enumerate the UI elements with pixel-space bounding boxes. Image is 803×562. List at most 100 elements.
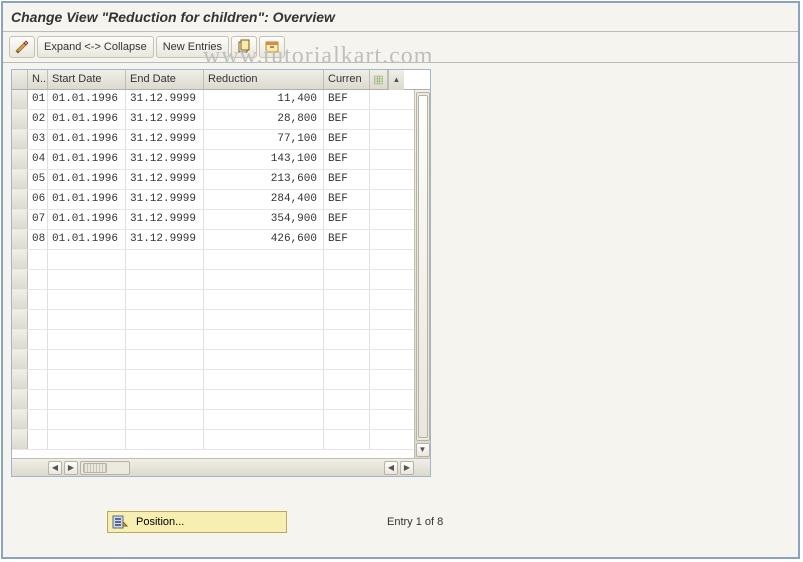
row-selector[interactable] — [12, 430, 28, 449]
row-selector[interactable] — [12, 410, 28, 429]
cell-start-date[interactable] — [48, 410, 126, 429]
cell-end-date[interactable] — [126, 310, 204, 329]
vscroll-thumb[interactable] — [418, 95, 428, 438]
grid-header-start-date[interactable]: Start Date — [48, 70, 126, 89]
row-selector[interactable] — [12, 270, 28, 289]
cell-end-date[interactable]: 31.12.9999 — [126, 190, 204, 209]
hscroll-right-2[interactable]: ▶ — [400, 461, 414, 475]
cell-currency[interactable]: BEF — [324, 170, 370, 189]
position-button[interactable]: Position... — [107, 511, 287, 533]
new-entries-button[interactable]: New Entries — [156, 36, 229, 58]
cell-num[interactable] — [28, 310, 48, 329]
cell-num[interactable] — [28, 290, 48, 309]
cell-start-date[interactable] — [48, 430, 126, 449]
hscroll-right-1[interactable]: ▶ — [64, 461, 78, 475]
cell-end-date[interactable]: 31.12.9999 — [126, 170, 204, 189]
cell-currency[interactable]: BEF — [324, 110, 370, 129]
cell-currency[interactable] — [324, 370, 370, 389]
grid-header-currency[interactable]: Curren — [324, 70, 370, 89]
cell-currency[interactable] — [324, 430, 370, 449]
vertical-scrollbar[interactable]: ▼ — [414, 90, 430, 458]
cell-reduction[interactable] — [204, 330, 324, 349]
cell-currency[interactable]: BEF — [324, 150, 370, 169]
grid-header-num[interactable]: N.. — [28, 70, 48, 89]
cell-start-date[interactable]: 01.01.1996 — [48, 190, 126, 209]
cell-reduction[interactable] — [204, 350, 324, 369]
cell-start-date[interactable]: 01.01.1996 — [48, 150, 126, 169]
cell-start-date[interactable]: 01.01.1996 — [48, 230, 126, 249]
cell-end-date[interactable] — [126, 270, 204, 289]
cell-end-date[interactable] — [126, 390, 204, 409]
cell-start-date[interactable] — [48, 330, 126, 349]
row-selector[interactable] — [12, 290, 28, 309]
cell-num[interactable] — [28, 350, 48, 369]
cell-start-date[interactable]: 01.01.1996 — [48, 110, 126, 129]
cell-currency[interactable]: BEF — [324, 190, 370, 209]
row-selector[interactable] — [12, 330, 28, 349]
row-selector[interactable] — [12, 150, 28, 169]
grid-header-config[interactable] — [370, 70, 388, 89]
cell-currency[interactable] — [324, 310, 370, 329]
expand-collapse-button[interactable]: Expand <-> Collapse — [37, 36, 154, 58]
cell-num[interactable] — [28, 430, 48, 449]
cell-start-date[interactable] — [48, 250, 126, 269]
cell-currency[interactable]: BEF — [324, 210, 370, 229]
cell-num[interactable]: 03 — [28, 130, 48, 149]
delimit-button[interactable] — [259, 36, 285, 58]
cell-end-date[interactable] — [126, 250, 204, 269]
row-selector[interactable] — [12, 130, 28, 149]
grid-header-end-date[interactable]: End Date — [126, 70, 204, 89]
cell-reduction[interactable] — [204, 410, 324, 429]
vscroll-up[interactable]: ▲ — [388, 70, 404, 90]
cell-currency[interactable] — [324, 350, 370, 369]
cell-num[interactable]: 01 — [28, 90, 48, 109]
cell-num[interactable] — [28, 390, 48, 409]
cell-reduction[interactable] — [204, 310, 324, 329]
cell-end-date[interactable]: 31.12.9999 — [126, 230, 204, 249]
cell-currency[interactable] — [324, 330, 370, 349]
cell-reduction[interactable]: 77,100 — [204, 130, 324, 149]
hscroll-thumb[interactable] — [83, 463, 107, 473]
cell-num[interactable] — [28, 410, 48, 429]
cell-start-date[interactable] — [48, 310, 126, 329]
cell-end-date[interactable]: 31.12.9999 — [126, 90, 204, 109]
cell-num[interactable]: 08 — [28, 230, 48, 249]
cell-num[interactable]: 02 — [28, 110, 48, 129]
cell-currency[interactable]: BEF — [324, 230, 370, 249]
cell-end-date[interactable] — [126, 330, 204, 349]
cell-start-date[interactable]: 01.01.1996 — [48, 210, 126, 229]
cell-num[interactable] — [28, 370, 48, 389]
row-selector[interactable] — [12, 190, 28, 209]
cell-reduction[interactable] — [204, 430, 324, 449]
cell-start-date[interactable] — [48, 270, 126, 289]
cell-start-date[interactable] — [48, 350, 126, 369]
grid-header-reduction[interactable]: Reduction — [204, 70, 324, 89]
cell-start-date[interactable]: 01.01.1996 — [48, 130, 126, 149]
row-selector[interactable] — [12, 350, 28, 369]
row-selector[interactable] — [12, 110, 28, 129]
row-selector[interactable] — [12, 170, 28, 189]
cell-end-date[interactable] — [126, 430, 204, 449]
cell-num[interactable]: 07 — [28, 210, 48, 229]
cell-start-date[interactable]: 01.01.1996 — [48, 90, 126, 109]
cell-num[interactable] — [28, 250, 48, 269]
vscroll-down[interactable]: ▼ — [416, 443, 430, 457]
cell-currency[interactable] — [324, 410, 370, 429]
cell-end-date[interactable]: 31.12.9999 — [126, 210, 204, 229]
cell-currency[interactable] — [324, 270, 370, 289]
cell-end-date[interactable] — [126, 290, 204, 309]
cell-reduction[interactable]: 426,600 — [204, 230, 324, 249]
cell-reduction[interactable]: 354,900 — [204, 210, 324, 229]
grid-header-selector[interactable] — [12, 70, 28, 89]
cell-num[interactable] — [28, 330, 48, 349]
row-selector[interactable] — [12, 210, 28, 229]
cell-start-date[interactable]: 01.01.1996 — [48, 170, 126, 189]
cell-start-date[interactable] — [48, 390, 126, 409]
cell-end-date[interactable]: 31.12.9999 — [126, 150, 204, 169]
toggle-edit-button[interactable] — [9, 36, 35, 58]
cell-currency[interactable]: BEF — [324, 90, 370, 109]
row-selector[interactable] — [12, 90, 28, 109]
cell-start-date[interactable] — [48, 370, 126, 389]
row-selector[interactable] — [12, 230, 28, 249]
cell-num[interactable] — [28, 270, 48, 289]
